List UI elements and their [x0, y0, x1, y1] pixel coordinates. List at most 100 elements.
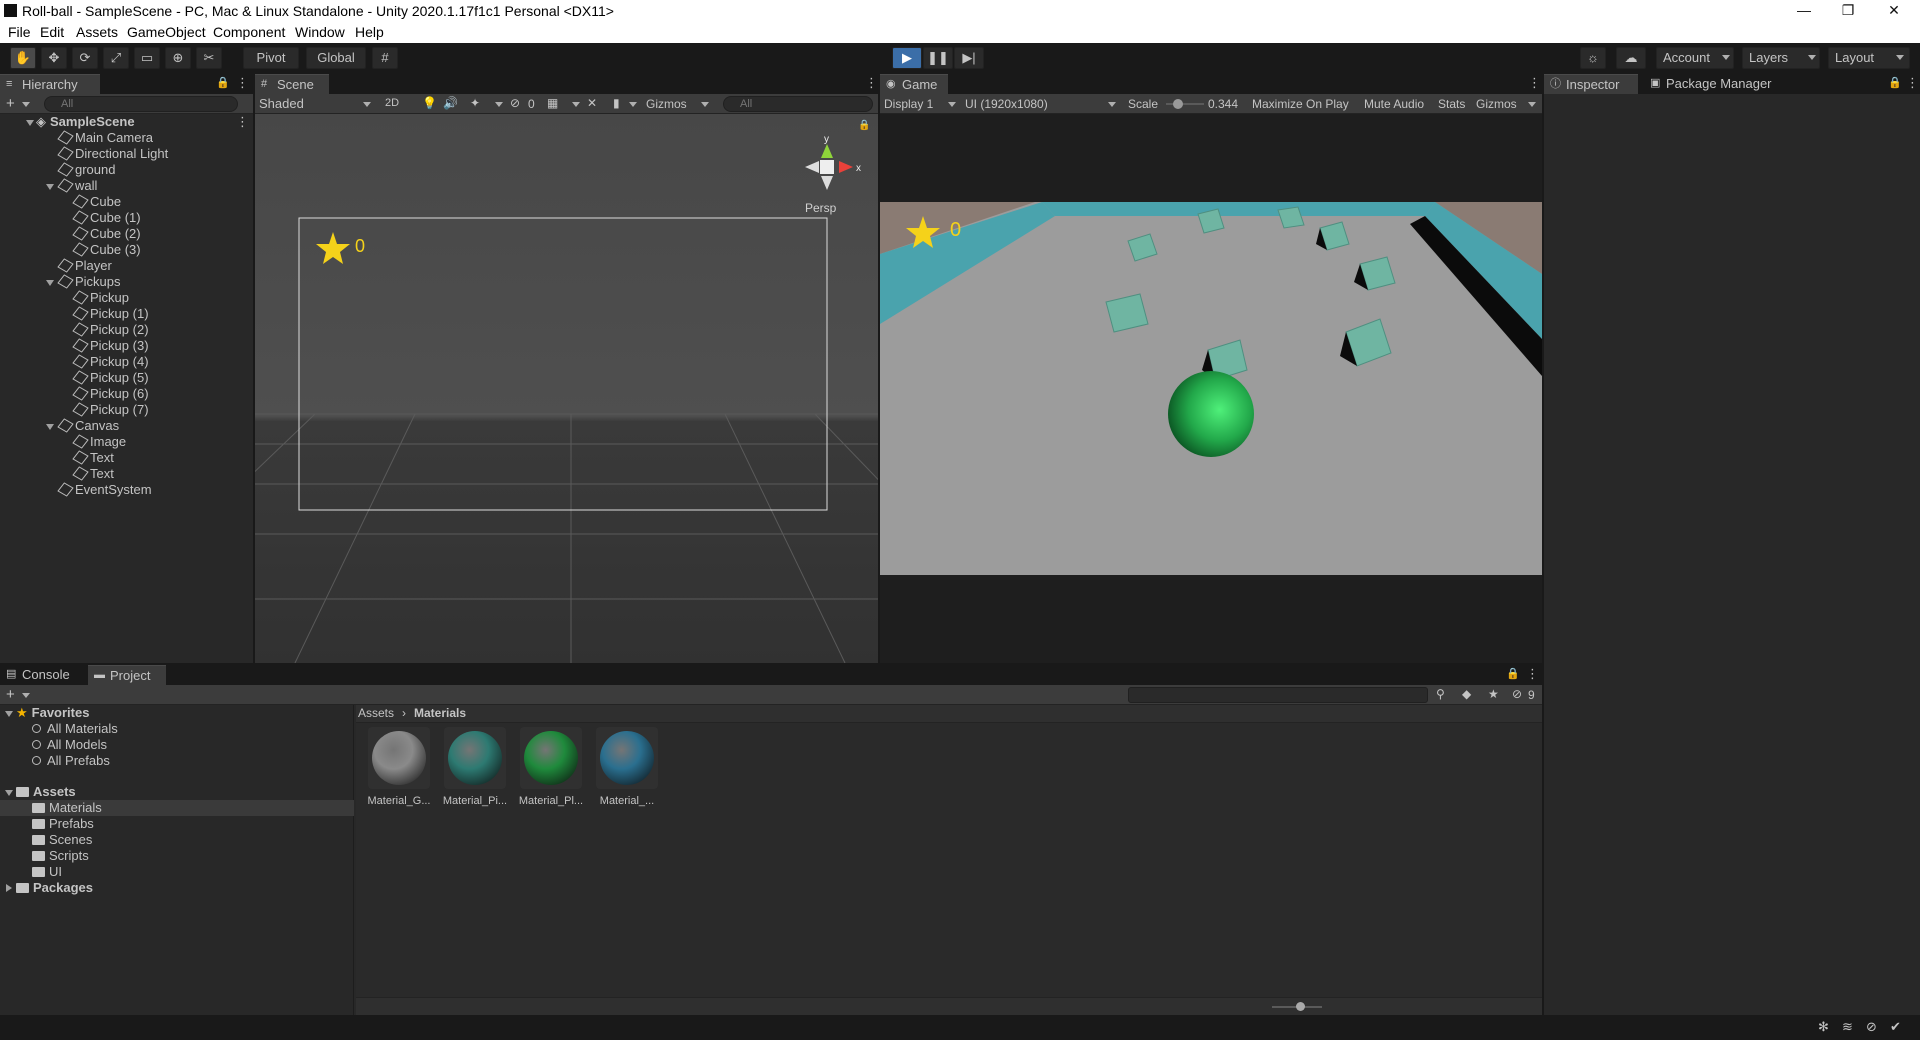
icon-size-slider-knob[interactable]: [1296, 1002, 1305, 1011]
shading-mode-dropdown[interactable]: Shaded: [259, 96, 304, 111]
project-create-plus-icon[interactable]: +: [6, 686, 15, 703]
scene-lock-icon[interactable]: 🔒: [858, 120, 870, 131]
step-button[interactable]: ▶|: [954, 47, 984, 69]
hierarchy-item[interactable]: Canvas: [57, 418, 119, 434]
hierarchy-item[interactable]: Cube (3): [72, 242, 141, 258]
hierarchy-item[interactable]: Text: [72, 466, 114, 482]
favorite-star-icon[interactable]: ★: [1488, 687, 1499, 701]
breadcrumb-materials[interactable]: Materials: [414, 706, 466, 720]
scene-more-icon[interactable]: ⋮: [236, 114, 249, 130]
folder-ui[interactable]: UI: [32, 864, 62, 880]
material-asset[interactable]: [596, 727, 658, 789]
packages-expand-icon[interactable]: [6, 884, 12, 892]
game-gizmos-dropdown[interactable]: Gizmos: [1476, 97, 1517, 111]
folder-scenes[interactable]: Scenes: [32, 832, 92, 848]
menu-window[interactable]: Window: [295, 24, 345, 40]
fav-all-materials[interactable]: All Materials: [32, 721, 118, 737]
maximize-on-play-toggle[interactable]: Maximize On Play: [1252, 97, 1349, 111]
collab-icon[interactable]: ☼: [1580, 47, 1606, 69]
scene-root[interactable]: ◈ SampleScene: [36, 114, 135, 130]
fav-all-models[interactable]: All Models: [32, 737, 107, 753]
assets-folder[interactable]: Assets: [16, 784, 76, 800]
check-icon[interactable]: ✔: [1890, 1019, 1901, 1035]
folder-materials[interactable]: Materials: [32, 800, 102, 816]
move-tool-icon[interactable]: ✥: [41, 47, 67, 69]
expand-icon[interactable]: [46, 184, 54, 190]
tools-icon[interactable]: ✕: [587, 96, 597, 110]
2d-toggle[interactable]: 2D: [385, 97, 399, 109]
hidden-objects-icon[interactable]: ⊘: [510, 96, 520, 110]
scene-expand-icon[interactable]: [26, 120, 34, 126]
global-button[interactable]: Global: [306, 47, 366, 69]
hidden-packages-icon[interactable]: ⊘: [1512, 687, 1522, 701]
menu-component[interactable]: Component: [213, 24, 285, 40]
scene-orientation-gizmo[interactable]: y x: [805, 134, 861, 190]
tab-package-manager[interactable]: ▣ Package Manager: [1644, 74, 1794, 94]
camera-icon[interactable]: ▮: [613, 96, 620, 110]
tab-inspector[interactable]: ⓘ Inspector: [1544, 74, 1638, 94]
hierarchy-item[interactable]: Pickup (6): [72, 386, 149, 402]
material-asset[interactable]: [368, 727, 430, 789]
scale-tool-icon[interactable]: ⤢: [103, 47, 129, 69]
menu-file[interactable]: File: [8, 24, 31, 40]
hierarchy-item[interactable]: Cube: [72, 194, 121, 210]
hierarchy-item[interactable]: Pickup: [72, 290, 129, 306]
pause-button[interactable]: ❚❚: [923, 47, 953, 69]
effects-toggle-icon[interactable]: ✦: [470, 96, 480, 110]
scene-gizmos-dropdown[interactable]: Gizmos: [646, 97, 687, 111]
minimize-button[interactable]: —: [1782, 0, 1826, 22]
game-viewport[interactable]: 0: [880, 114, 1542, 663]
hand-tool-icon[interactable]: ✋: [10, 47, 36, 69]
favorites-expand-icon[interactable]: [5, 711, 13, 717]
tab-project[interactable]: ▬ Project: [88, 665, 166, 685]
play-button[interactable]: ▶: [892, 47, 922, 69]
menu-edit[interactable]: Edit: [40, 24, 64, 40]
hierarchy-item[interactable]: Player: [57, 258, 112, 274]
material-asset[interactable]: [520, 727, 582, 789]
project-search-input[interactable]: [1128, 687, 1428, 703]
tab-scene[interactable]: # Scene: [255, 74, 329, 94]
breadcrumb-assets[interactable]: Assets: [358, 706, 394, 720]
expand-icon[interactable]: [46, 280, 54, 286]
rotate-tool-icon[interactable]: ⟳: [72, 47, 98, 69]
scene-search-input[interactable]: [723, 96, 873, 112]
bug-icon[interactable]: ✻: [1818, 1019, 1829, 1035]
hierarchy-item[interactable]: Text: [72, 450, 114, 466]
filter-type-icon[interactable]: ⚲: [1436, 687, 1445, 701]
lock-icon[interactable]: 🔒: [216, 76, 230, 89]
hierarchy-item[interactable]: Pickup (5): [72, 370, 149, 386]
hierarchy-item[interactable]: Pickups: [57, 274, 121, 290]
create-plus-icon[interactable]: +: [6, 95, 15, 112]
scene-viewport[interactable]: 0 y x Persp 🔒: [255, 114, 878, 663]
no-entry-icon[interactable]: ⊘: [1866, 1019, 1877, 1035]
hierarchy-item[interactable]: EventSystem: [57, 482, 152, 498]
assets-expand-icon[interactable]: [5, 790, 13, 796]
hierarchy-item[interactable]: Main Camera: [57, 130, 153, 146]
menu-help[interactable]: Help: [355, 24, 384, 40]
hierarchy-item[interactable]: Directional Light: [57, 146, 168, 162]
hierarchy-item[interactable]: Pickup (4): [72, 354, 149, 370]
fav-all-prefabs[interactable]: All Prefabs: [32, 753, 110, 769]
grid-snap-icon[interactable]: #: [372, 47, 398, 69]
resolution-dropdown[interactable]: UI (1920x1080): [965, 97, 1048, 111]
inspector-lock-icon[interactable]: 🔒: [1888, 76, 1902, 89]
tab-hierarchy[interactable]: ≡ Hierarchy: [0, 74, 100, 94]
rect-tool-icon[interactable]: ▭: [134, 47, 160, 69]
packages-folder[interactable]: Packages: [16, 880, 93, 896]
game-more-icon[interactable]: ⋮: [1528, 75, 1541, 91]
hierarchy-item[interactable]: Pickup (3): [72, 338, 149, 354]
hierarchy-item[interactable]: wall: [57, 178, 97, 194]
scale-slider-knob[interactable]: [1172, 99, 1183, 109]
custom-tool-icon[interactable]: ✂: [196, 47, 222, 69]
folder-scripts[interactable]: Scripts: [32, 848, 89, 864]
scale-slider-track[interactable]: [1166, 103, 1204, 105]
audio-toggle-icon[interactable]: 🔊: [443, 96, 458, 110]
material-asset[interactable]: [444, 727, 506, 789]
folder-prefabs[interactable]: Prefabs: [32, 816, 94, 832]
cloud-icon[interactable]: ☁: [1616, 47, 1646, 69]
hierarchy-item[interactable]: Pickup (2): [72, 322, 149, 338]
persp-label[interactable]: Persp: [805, 201, 837, 215]
inspector-more-icon[interactable]: ⋮: [1906, 75, 1919, 91]
hierarchy-item[interactable]: Pickup (7): [72, 402, 149, 418]
hierarchy-item[interactable]: Image: [72, 434, 126, 450]
